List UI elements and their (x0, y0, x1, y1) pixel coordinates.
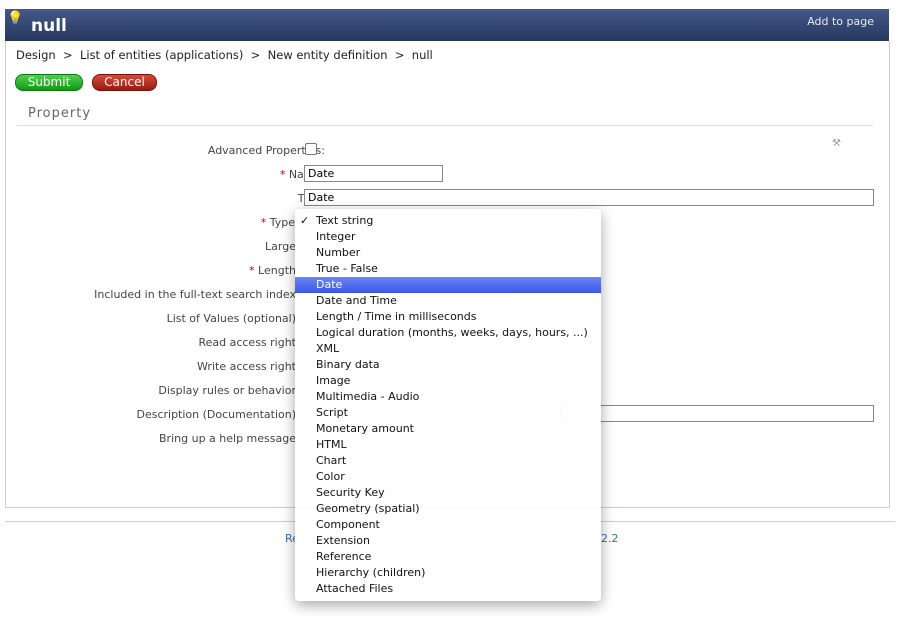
write-access-label: Write access right (197, 360, 296, 373)
option-label: Date and Time (316, 294, 397, 307)
dropdown-option[interactable]: XML (295, 341, 601, 357)
dropdown-option[interactable]: HTML (295, 437, 601, 453)
length-label: Length (258, 264, 296, 277)
option-label: Date (316, 278, 343, 291)
option-label: Extension (316, 534, 371, 547)
dropdown-option[interactable]: Script (295, 405, 601, 421)
dropdown-option[interactable]: Reference (295, 549, 601, 565)
option-label: Monetary amount (316, 422, 414, 435)
fulltext-label: Included in the full-text search index (94, 288, 296, 301)
option-label: Attached Files (316, 582, 394, 595)
section-title: Property (28, 106, 92, 121)
option-label: Integer (316, 230, 356, 243)
dropdown-option[interactable]: Attached Files (295, 581, 601, 597)
dropdown-option[interactable]: Date (295, 277, 601, 293)
option-label: Binary data (316, 358, 380, 371)
dropdown-option[interactable]: Binary data (295, 357, 601, 373)
dropdown-option[interactable]: Date and Time (295, 293, 601, 309)
name-input[interactable] (304, 165, 443, 182)
dropdown-option[interactable]: Extension (295, 533, 601, 549)
option-label: Component (316, 518, 380, 531)
read-access-label: Read access right (198, 336, 296, 349)
header-bar: 💡 null Add to page (5, 9, 889, 41)
dropdown-option[interactable]: Logical duration (months, weeks, days, h… (295, 325, 601, 341)
footer-version: 2.2 (601, 532, 619, 545)
dropdown-option[interactable]: ✓ Text string (295, 213, 601, 229)
option-label: Hierarchy (children) (316, 566, 426, 579)
help-message-label: Bring up a help message (159, 432, 296, 445)
type-dropdown-menu[interactable]: ✓ Text string Integer Number True - False Dat… (295, 209, 601, 601)
dropdown-option[interactable]: Integer (295, 229, 601, 245)
option-label: Security Key (316, 486, 385, 499)
cancel-button[interactable]: Cancel (92, 74, 157, 91)
dropdown-option[interactable]: Number (295, 245, 601, 261)
dropdown-option[interactable]: Multimedia - Audio (295, 389, 601, 405)
option-label: Number (316, 246, 361, 259)
option-label: Text string (316, 214, 374, 227)
tools-icon[interactable]: ⚒ (832, 138, 841, 149)
dropdown-option[interactable]: Security Key (295, 485, 601, 501)
title-input[interactable] (304, 189, 874, 206)
option-label: XML (316, 342, 340, 355)
large-label: Large (265, 240, 296, 253)
option-label: Multimedia - Audio (316, 390, 420, 403)
display-rules-label: Display rules or behavior (158, 384, 296, 397)
dropdown-option[interactable]: Monetary amount (295, 421, 601, 437)
lov-label: List of Values (optional) (166, 312, 296, 325)
option-label: Length / Time in milliseconds (316, 310, 477, 323)
dropdown-option[interactable]: Geometry (spatial) (295, 501, 601, 517)
option-label: HTML (316, 438, 347, 451)
option-label: Reference (316, 550, 372, 563)
dropdown-option[interactable]: Chart (295, 453, 601, 469)
dropdown-option[interactable]: Length / Time in milliseconds (295, 309, 601, 325)
advanced-checkbox[interactable] (305, 143, 317, 155)
description-label: Description (Documentation) (136, 408, 296, 421)
option-label: Chart (316, 454, 347, 467)
checkmark-icon: ✓ (300, 214, 310, 227)
breadcrumb[interactable]: Design > List of entities (applications)… (16, 48, 433, 62)
option-label: Geometry (spatial) (316, 502, 420, 515)
add-to-page-link[interactable]: Add to page (807, 15, 874, 28)
description-input[interactable] (560, 405, 874, 422)
dropdown-option[interactable]: True - False (295, 261, 601, 277)
submit-button[interactable]: Submit (15, 74, 83, 91)
dropdown-option[interactable]: Color (295, 469, 601, 485)
type-label: Type (269, 216, 295, 229)
option-label: Script (316, 406, 348, 419)
dropdown-option[interactable]: Image (295, 373, 601, 389)
option-label: Image (316, 374, 351, 387)
option-label: Color (316, 470, 345, 483)
dropdown-option[interactable]: Component (295, 517, 601, 533)
divider (17, 125, 873, 126)
page-title: null (31, 16, 67, 36)
option-label: Logical duration (months, weeks, days, h… (316, 326, 588, 339)
dropdown-option[interactable]: Hierarchy (children) (295, 565, 601, 581)
option-label: True - False (316, 262, 378, 275)
lightbulb-icon[interactable]: 💡 (7, 11, 23, 26)
